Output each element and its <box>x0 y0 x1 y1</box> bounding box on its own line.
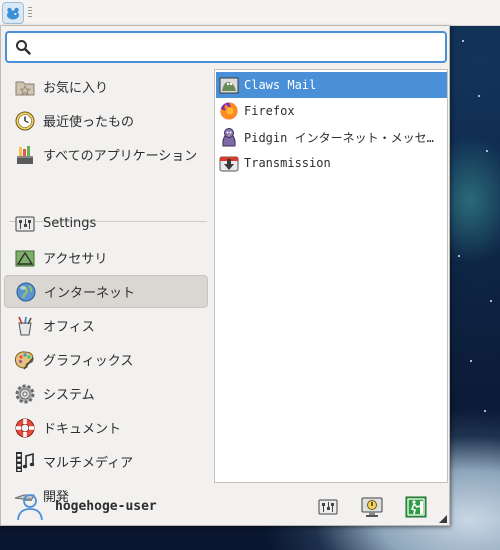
xfce-mouse-icon <box>7 7 19 20</box>
office-icon <box>13 314 37 338</box>
application-list: Claws Mail Firefox Pidgin インターネット・メッセンジャ… <box>214 69 448 483</box>
category-office[interactable]: オフィス <box>4 309 208 342</box>
category-internet[interactable]: インターネット <box>4 275 208 308</box>
application-menu: お気に入り 最近使ったもの すべてのアプリケーション Settings アクセサ… <box>0 26 450 526</box>
category-recent[interactable]: 最近使ったもの <box>4 104 208 137</box>
app-label: Firefox <box>244 104 295 118</box>
app-label: Claws Mail <box>244 78 317 92</box>
search-input[interactable] <box>39 37 439 57</box>
category-label: オフィス <box>43 320 95 335</box>
log-out-icon <box>405 496 427 518</box>
whisker-menu-button[interactable] <box>2 2 24 24</box>
category-label: インターネット <box>44 286 136 301</box>
top-panel <box>0 0 500 26</box>
category-label: お気に入り <box>43 81 109 96</box>
settings-manager-button[interactable] <box>313 492 343 522</box>
firefox-icon <box>218 100 240 122</box>
app-pidgin[interactable]: Pidgin インターネット・メッセンジャー <box>216 124 447 150</box>
graphics-palette-icon <box>13 348 37 372</box>
category-label: ドキュメント <box>43 422 122 437</box>
category-label: すべてのアプリケーション <box>43 149 198 164</box>
username: hogehoge-user <box>55 499 157 514</box>
log-out-button[interactable] <box>401 492 431 522</box>
user-avatar-icon <box>17 494 43 521</box>
app-label: Pidgin インターネット・メッセンジャー <box>244 130 444 145</box>
lock-screen-icon <box>361 497 383 517</box>
category-all-applications[interactable]: すべてのアプリケーション <box>4 138 208 171</box>
app-claws-mail[interactable]: Claws Mail <box>216 72 447 98</box>
category-label: マルチメディア <box>43 456 134 471</box>
transmission-icon <box>218 152 240 174</box>
accessories-icon <box>13 246 37 270</box>
settings-manager-icon <box>318 499 338 515</box>
category-label: グラフィックス <box>43 354 134 369</box>
multimedia-film-icon <box>13 450 37 474</box>
panel-drag-handle[interactable] <box>28 7 32 19</box>
resize-grip[interactable] <box>439 515 447 523</box>
menu-footer: hogehoge-user <box>1 488 451 526</box>
category-documentation[interactable]: ドキュメント <box>4 411 208 444</box>
pidgin-icon <box>218 126 240 148</box>
category-favorites[interactable]: お気に入り <box>4 70 208 103</box>
favorites-icon <box>13 75 37 99</box>
category-graphics[interactable]: グラフィックス <box>4 343 208 376</box>
internet-globe-icon <box>14 280 38 304</box>
app-firefox[interactable]: Firefox <box>216 98 447 124</box>
category-accessories[interactable]: アクセサリ <box>4 241 208 274</box>
category-label: システム <box>43 388 95 403</box>
category-label: 最近使ったもの <box>43 115 135 130</box>
search-box[interactable] <box>5 31 447 63</box>
system-gear-icon <box>13 382 37 406</box>
category-system[interactable]: システム <box>4 377 208 410</box>
category-settings[interactable]: Settings <box>4 207 208 240</box>
settings-icon <box>13 212 37 236</box>
lock-screen-button[interactable] <box>357 492 387 522</box>
app-transmission[interactable]: Transmission <box>216 150 447 176</box>
category-label: Settings <box>43 216 97 231</box>
avatar <box>15 491 45 525</box>
category-label: アクセサリ <box>43 252 108 267</box>
help-lifebuoy-icon <box>13 416 37 440</box>
all-applications-icon <box>13 143 37 167</box>
app-label: Transmission <box>244 156 331 170</box>
search-icon <box>16 40 31 55</box>
category-multimedia[interactable]: マルチメディア <box>4 445 208 478</box>
claws-mail-icon <box>218 74 240 96</box>
recent-clock-icon <box>13 109 37 133</box>
